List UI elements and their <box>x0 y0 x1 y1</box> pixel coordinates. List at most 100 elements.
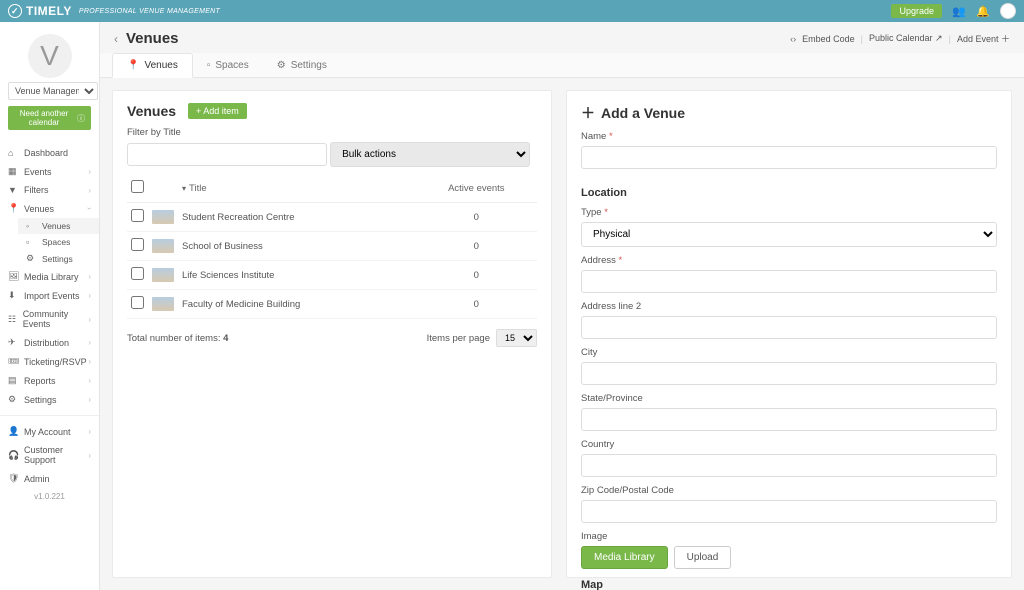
add-event-link[interactable]: Add Event ＋ <box>957 32 1010 45</box>
sidebar-item-admin[interactable]: 🛡Admin <box>0 469 99 488</box>
country-label: Country <box>581 439 997 450</box>
venue-active-count: 0 <box>416 261 537 290</box>
venues-heading: Venues <box>127 103 176 119</box>
chevron-right-icon: › <box>88 315 91 324</box>
total-label: Total number of items: <box>127 333 220 344</box>
gear-icon: ⚙ <box>26 253 36 264</box>
media-library-button[interactable]: Media Library <box>581 546 668 569</box>
row-checkbox[interactable] <box>131 238 144 251</box>
tabs: 📍Venues ▫Spaces ⚙Settings <box>100 53 1024 78</box>
chevron-right-icon: › <box>88 186 91 195</box>
sidebar-item-ticketing[interactable]: 🎟Ticketing/RSVP› <box>0 352 99 371</box>
table-row[interactable]: School of Business0 <box>127 232 537 261</box>
embed-code-link[interactable]: Embed Code <box>802 34 855 44</box>
org-select[interactable]: Venue Management Softw <box>8 82 98 100</box>
sidebar-sub-venues[interactable]: ◦Venues <box>18 218 99 234</box>
type-select[interactable]: Physical <box>581 222 997 247</box>
support-icon: 🎧 <box>8 450 18 461</box>
ticket-icon: 🎟 <box>8 356 18 367</box>
share-icon: ✈ <box>8 337 18 348</box>
sidebar-item-reports[interactable]: ▤Reports› <box>0 371 99 390</box>
venue-title: Life Sciences Institute <box>178 261 416 290</box>
sidebar-item-import[interactable]: ⬇Import Events› <box>0 286 99 305</box>
tab-spaces[interactable]: ▫Spaces <box>193 53 263 77</box>
tab-venues[interactable]: 📍Venues <box>112 53 193 78</box>
map-heading: Map <box>581 579 997 590</box>
table-row[interactable]: Faculty of Medicine Building0 <box>127 290 537 319</box>
row-checkbox[interactable] <box>131 267 144 280</box>
topbar: ✓ TIMELY PROFESSIONAL VENUE MANAGEMENT U… <box>0 0 1024 22</box>
upgrade-button[interactable]: Upgrade <box>891 4 942 18</box>
sidebar-item-community[interactable]: ☷Community Events› <box>0 305 99 333</box>
upload-button[interactable]: Upload <box>674 546 732 569</box>
venue-active-count: 0 <box>416 290 537 319</box>
version-label: v1.0.221 <box>0 488 99 505</box>
row-checkbox[interactable] <box>131 296 144 309</box>
items-per-page-select[interactable]: 15 <box>496 329 537 347</box>
venues-panel: Venues + Add item Filter by Title Bulk a… <box>112 90 552 578</box>
sidebar-item-media[interactable]: 🖼Media Library› <box>0 267 99 286</box>
chevron-down-icon: › <box>85 207 94 210</box>
brand-tagline: PROFESSIONAL VENUE MANAGEMENT <box>79 8 220 15</box>
sidebar-item-distribution[interactable]: ✈Distribution› <box>0 333 99 352</box>
zip-field[interactable] <box>581 500 997 523</box>
back-arrow-icon[interactable]: ‹ <box>114 32 118 46</box>
sidebar-item-settings[interactable]: ⚙Settings› <box>0 390 99 409</box>
pin-icon: ◦ <box>26 221 36 231</box>
row-checkbox[interactable] <box>131 209 144 222</box>
address2-field[interactable] <box>581 316 997 339</box>
address-field[interactable] <box>581 270 997 293</box>
need-calendar-button[interactable]: Need another calendar ⓘ <box>8 106 91 130</box>
avatar[interactable] <box>1000 3 1016 19</box>
sort-icon: ▾ <box>182 184 186 193</box>
bulk-actions-select[interactable]: Bulk actions <box>330 142 530 167</box>
filter-input[interactable] <box>127 143 327 166</box>
col-title[interactable]: ▾Title <box>178 174 416 203</box>
tab-settings[interactable]: ⚙Settings <box>263 53 341 77</box>
sidebar-sub-spaces[interactable]: ▫Spaces <box>18 234 99 250</box>
filter-label: Filter by Title <box>127 127 537 138</box>
chevron-right-icon: › <box>88 427 91 436</box>
venue-title: Faculty of Medicine Building <box>178 290 416 319</box>
pin-icon: 📍 <box>8 203 18 214</box>
sidebar: V Venue Management Softw Need another ca… <box>0 22 100 590</box>
users-icon[interactable]: 👥 <box>952 4 966 18</box>
name-field[interactable] <box>581 146 997 169</box>
venue-title: Student Recreation Centre <box>178 203 416 232</box>
chevron-right-icon: › <box>88 395 91 404</box>
public-calendar-link[interactable]: Public Calendar ↗ <box>869 33 943 44</box>
country-field[interactable] <box>581 454 997 477</box>
filter-icon: ▼ <box>8 185 18 195</box>
table-row[interactable]: Student Recreation Centre0 <box>127 203 537 232</box>
report-icon: ▤ <box>8 375 18 386</box>
col-active: Active events <box>416 174 537 203</box>
address-label: Address * <box>581 255 997 266</box>
sidebar-item-events[interactable]: ▦Events› <box>0 162 99 181</box>
home-icon: ⌂ <box>8 148 18 158</box>
sidebar-item-filters[interactable]: ▼Filters› <box>0 181 99 199</box>
sidebar-item-venues[interactable]: 📍Venues› <box>0 199 99 218</box>
select-all-checkbox[interactable] <box>131 180 144 193</box>
table-row[interactable]: Life Sciences Institute0 <box>127 261 537 290</box>
type-label: Type * <box>581 207 997 218</box>
sidebar-item-support[interactable]: 🎧Customer Support› <box>0 441 99 469</box>
embed-code-icon: ‹› <box>790 34 796 44</box>
main: ‹ Venues ‹› Embed Code | Public Calendar… <box>100 22 1024 590</box>
bell-icon[interactable]: 🔔 <box>976 4 990 18</box>
sidebar-nav: ⌂Dashboard ▦Events› ▼Filters› 📍Venues› ◦… <box>0 138 99 590</box>
page-title: Venues <box>126 30 179 47</box>
sidebar-sub-settings[interactable]: ⚙Settings <box>18 250 99 267</box>
add-item-button[interactable]: + Add item <box>188 103 247 119</box>
chevron-right-icon: › <box>88 451 91 460</box>
chevron-right-icon: › <box>88 357 91 366</box>
sidebar-item-dashboard[interactable]: ⌂Dashboard <box>0 144 99 162</box>
venue-title: School of Business <box>178 232 416 261</box>
venue-thumbnail <box>152 239 174 253</box>
city-field[interactable] <box>581 362 997 385</box>
brand-name: TIMELY <box>26 4 72 18</box>
state-field[interactable] <box>581 408 997 431</box>
total-value: 4 <box>223 333 228 344</box>
add-venue-panel: ＋Add a Venue Name * Location Type * Phys… <box>566 90 1012 578</box>
sidebar-item-account[interactable]: 👤My Account› <box>0 422 99 441</box>
gear-icon: ⚙ <box>8 394 18 405</box>
